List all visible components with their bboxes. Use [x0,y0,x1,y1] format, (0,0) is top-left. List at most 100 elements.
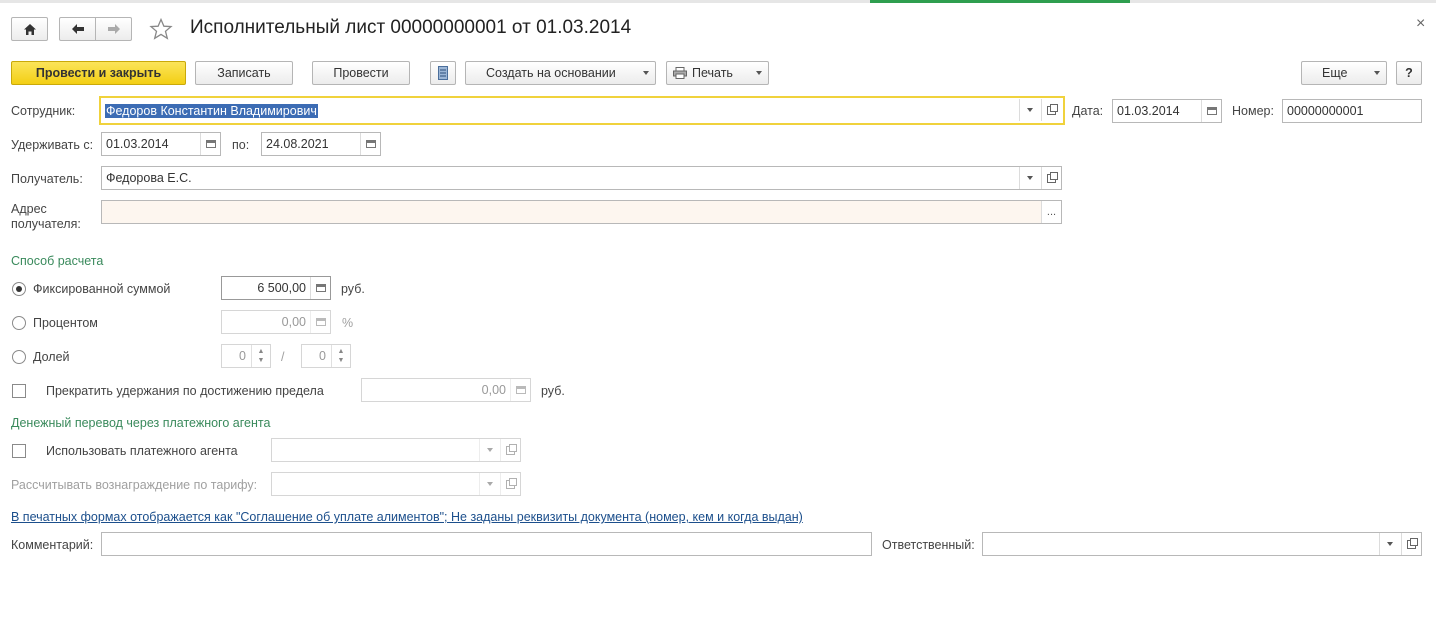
calc-method-section-title: Способ расчета [11,254,104,268]
close-icon[interactable]: × [1416,15,1425,33]
active-tab-indicator [870,0,1130,3]
create-based-on-button[interactable]: Создать на основании [465,61,656,85]
limit-calculator-button[interactable] [510,379,530,401]
home-button[interactable] [11,17,48,41]
comment-field[interactable] [101,532,872,556]
recipient-address-field[interactable] [101,200,1062,224]
use-agent-label: Использовать платежного агента [46,444,238,458]
open-icon [1047,171,1058,183]
date-value: 01.03.2014 [1117,104,1180,118]
agent-open-button[interactable] [500,439,520,461]
spin-up-icon: ▲ [337,348,345,355]
help-button[interactable]: ? [1396,61,1422,85]
more-button[interactable]: Еще [1301,61,1387,85]
number-value: 00000000001 [1287,104,1364,118]
open-icon [1407,537,1418,549]
spin-up-icon: ▲ [257,348,265,355]
limit-value: 0,00 [481,383,506,397]
favorite-star-icon[interactable] [149,18,173,40]
print-forms-link[interactable]: В печатных формах отображается как "Согл… [11,510,803,524]
share-denominator-spinner[interactable]: ▲ ▼ [331,345,350,367]
share-denominator-field[interactable]: 0 ▲ ▼ [301,344,351,368]
chevron-down-icon [1026,176,1033,180]
create-based-on-label: Создать на основании [486,66,616,80]
journal-button[interactable] [430,61,456,85]
recipient-address-label: Адрес получателя: [11,202,81,232]
spin-down-icon: ▼ [337,357,345,364]
withhold-to-calendar-button[interactable] [360,133,380,155]
page-title: Исполнительный лист 00000000001 от 01.03… [190,17,632,38]
save-button[interactable]: Записать [195,61,293,85]
recipient-value: Федорова Е.С. [106,171,192,185]
open-icon [506,443,517,455]
withhold-from-value: 01.03.2014 [106,137,169,151]
percent-unit: % [342,316,354,330]
calendar-icon [1206,107,1217,115]
forward-button[interactable] [95,17,132,41]
fixed-amount-unit: руб. [341,282,365,296]
chevron-down-icon [1386,542,1393,546]
chevron-down-icon [486,482,493,486]
print-button[interactable]: Печать [666,61,769,85]
more-label: Еще [1322,66,1348,80]
percent-label: Процентом [33,316,98,330]
recipient-label: Получатель: [11,172,83,186]
fixed-amount-value: 6 500,00 [257,281,306,295]
print-label: Печать [692,66,733,80]
top-tab-strip [0,0,1436,3]
limit-field[interactable]: 0,00 [361,378,531,402]
fixed-amount-radio[interactable] [12,282,26,296]
withhold-from-calendar-button[interactable] [200,133,220,155]
chevron-down-icon [643,71,649,75]
use-agent-checkbox[interactable] [12,444,26,458]
post-button[interactable]: Провести [312,61,410,85]
share-numerator-value: 0 [239,349,246,363]
employee-field[interactable]: Федоров Константин Владимирович [99,96,1065,125]
share-radio[interactable] [12,350,26,364]
limit-label: Прекратить удержания по достижению преде… [46,384,324,398]
responsible-field[interactable] [982,532,1422,556]
calculator-icon [315,318,326,326]
agent-dropdown-button[interactable] [479,439,499,461]
arrow-left-icon [71,24,84,34]
back-button[interactable] [59,17,96,41]
share-denominator-value: 0 [319,349,326,363]
calculator-icon [315,284,326,292]
recipient-dropdown-button[interactable] [1019,167,1039,189]
employee-value: Федоров Константин Владимирович [105,103,318,118]
calendar-icon [205,140,216,148]
limit-checkbox[interactable] [12,384,26,398]
arrow-right-icon [107,24,120,34]
employee-open-button[interactable] [1041,99,1061,121]
employee-dropdown-button[interactable] [1019,99,1039,121]
printer-icon [673,67,687,79]
percent-radio[interactable] [12,316,26,330]
responsible-open-button[interactable] [1401,533,1421,555]
fixed-amount-label: Фиксированной суммой [33,282,171,296]
tariff-open-button[interactable] [500,473,520,495]
recipient-open-button[interactable] [1041,167,1061,189]
tariff-label: Рассчитывать вознаграждение по тарифу: [11,478,258,492]
number-label: Номер: [1232,104,1274,118]
comment-label: Комментарий: [11,538,94,552]
calculator-icon [515,386,526,394]
percent-calculator-button[interactable] [310,311,330,333]
share-numerator-spinner[interactable]: ▲ ▼ [251,345,270,367]
share-label: Долей [33,350,70,364]
agent-section-title: Денежный перевод через платежного агента [11,416,271,430]
post-and-close-button[interactable]: Провести и закрыть [11,61,186,85]
limit-unit: руб. [541,384,565,398]
recipient-field[interactable]: Федорова Е.С. [101,166,1062,190]
open-icon [1047,103,1058,115]
fixed-amount-calculator-button[interactable] [310,277,330,299]
number-field[interactable]: 00000000001 [1282,99,1422,123]
recipient-address-select-button[interactable]: ... [1041,201,1061,223]
calendar-icon [365,140,376,148]
responsible-dropdown-button[interactable] [1379,533,1399,555]
chevron-down-icon [1374,71,1380,75]
home-icon [23,23,36,35]
tariff-dropdown-button[interactable] [479,473,499,495]
share-numerator-field[interactable]: 0 ▲ ▼ [221,344,271,368]
date-calendar-button[interactable] [1201,100,1221,122]
chevron-down-icon [486,448,493,452]
